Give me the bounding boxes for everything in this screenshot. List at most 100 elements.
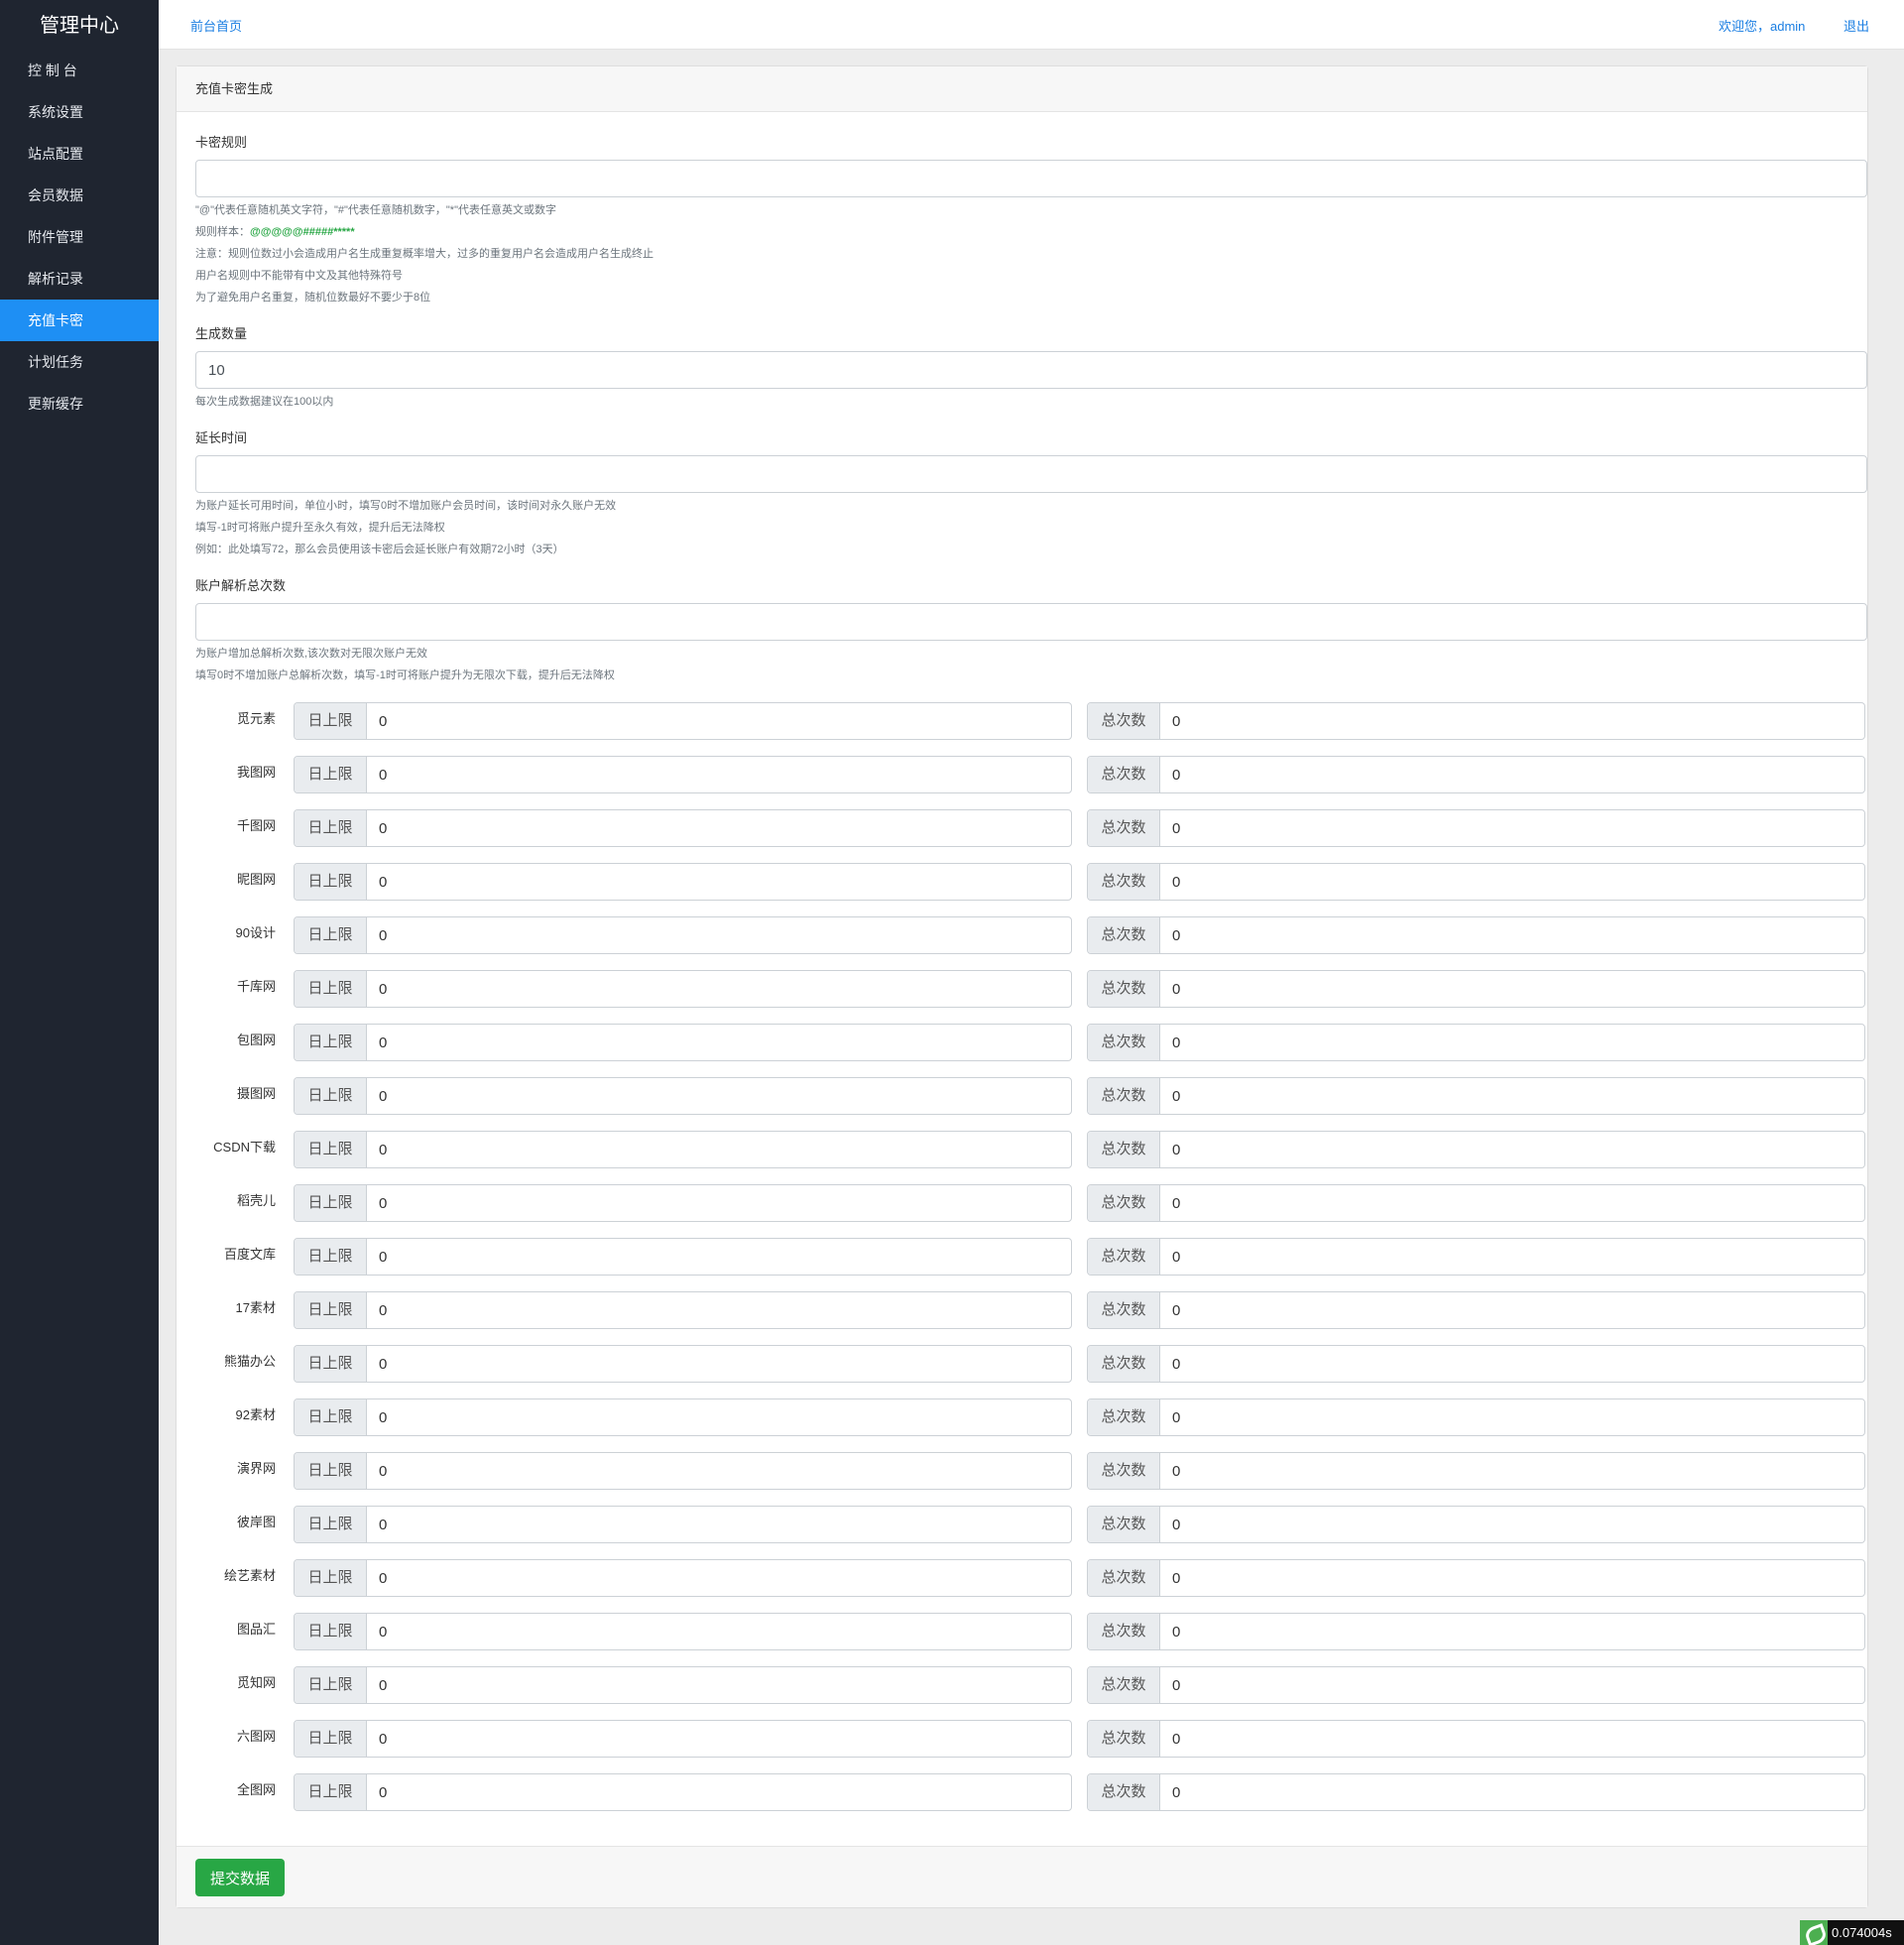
daily-limit-input[interactable] <box>367 1132 1071 1167</box>
total-count-input[interactable] <box>1160 1774 1864 1810</box>
logout-link[interactable]: 退出 <box>1844 16 1869 35</box>
daily-limit-input[interactable] <box>367 1239 1071 1275</box>
total-count-input[interactable] <box>1160 1239 1864 1275</box>
total-count-input[interactable] <box>1160 1185 1864 1221</box>
extend-time-input[interactable] <box>195 455 1867 493</box>
daily-limit-input[interactable] <box>367 1346 1071 1382</box>
total-count-addon: 总次数 <box>1088 864 1160 900</box>
daily-limit-input[interactable] <box>367 864 1071 900</box>
daily-limit-addon: 日上限 <box>295 1185 367 1221</box>
quantity-label: 生成数量 <box>195 326 248 341</box>
daily-limit-group: 日上限 <box>294 756 1072 793</box>
sidebar-item-8[interactable]: 更新缓存 <box>0 383 159 425</box>
frontend-home-link[interactable]: 前台首页 <box>190 16 242 35</box>
total-count-input[interactable] <box>1160 1132 1864 1167</box>
daily-limit-input[interactable] <box>367 1453 1071 1489</box>
daily-limit-group: 日上限 <box>294 1452 1072 1490</box>
total-count-group: 总次数 <box>1087 1077 1865 1115</box>
sidebar-item-4[interactable]: 附件管理 <box>0 216 159 258</box>
total-count-input[interactable] <box>1160 1507 1864 1542</box>
daily-limit-group: 日上限 <box>294 1345 1072 1383</box>
daily-limit-group: 日上限 <box>294 809 1072 847</box>
total-count-addon: 总次数 <box>1088 1507 1160 1542</box>
site-row: 觅知网 日上限 总次数 <box>177 1666 1867 1704</box>
timer-value: 0.074004s <box>1832 1925 1892 1940</box>
site-row: 觅元素 日上限 总次数 <box>177 702 1867 740</box>
sidebar-item-0[interactable]: 控 制 台 <box>0 50 159 91</box>
total-count-addon: 总次数 <box>1088 1292 1160 1328</box>
total-count-input[interactable] <box>1160 917 1864 953</box>
parse-total-input[interactable] <box>195 603 1867 641</box>
sidebar-item-1[interactable]: 系统设置 <box>0 91 159 133</box>
total-count-input[interactable] <box>1160 1025 1864 1060</box>
daily-limit-addon: 日上限 <box>295 757 367 792</box>
total-count-input[interactable] <box>1160 703 1864 739</box>
total-count-input[interactable] <box>1160 810 1864 846</box>
total-count-input[interactable] <box>1160 1560 1864 1596</box>
quantity-input[interactable] <box>195 351 1867 389</box>
total-count-input[interactable] <box>1160 1399 1864 1435</box>
recharge-card-form: 充值卡密生成 卡密规则 "@"代表任意随机英文字符，"#"代表任意随机数字，"*… <box>176 65 1868 1908</box>
sidebar-item-6[interactable]: 充值卡密 <box>0 300 159 341</box>
daily-limit-input[interactable] <box>367 1667 1071 1703</box>
total-count-group: 总次数 <box>1087 809 1865 847</box>
total-count-input[interactable] <box>1160 864 1864 900</box>
total-count-addon: 总次数 <box>1088 1453 1160 1489</box>
total-count-input[interactable] <box>1160 1346 1864 1382</box>
sidebar-item-3[interactable]: 会员数据 <box>0 175 159 216</box>
total-count-input[interactable] <box>1160 1721 1864 1757</box>
daily-limit-input[interactable] <box>367 703 1071 739</box>
total-count-input[interactable] <box>1160 1078 1864 1114</box>
total-count-input[interactable] <box>1160 971 1864 1007</box>
daily-limit-addon: 日上限 <box>295 1025 367 1060</box>
daily-limit-group: 日上限 <box>294 1238 1072 1276</box>
total-count-input[interactable] <box>1160 1292 1864 1328</box>
daily-limit-input[interactable] <box>367 917 1071 953</box>
total-count-addon: 总次数 <box>1088 1346 1160 1382</box>
total-count-input[interactable] <box>1160 1614 1864 1649</box>
daily-limit-input[interactable] <box>367 1721 1071 1757</box>
total-count-addon: 总次数 <box>1088 1025 1160 1060</box>
welcome-user-link[interactable]: 欢迎您，admin <box>1719 16 1805 35</box>
daily-limit-input[interactable] <box>367 757 1071 792</box>
site-row: 90设计 日上限 总次数 <box>177 916 1867 954</box>
daily-limit-input[interactable] <box>367 810 1071 846</box>
site-row: 六图网 日上限 总次数 <box>177 1720 1867 1758</box>
daily-limit-input[interactable] <box>367 1774 1071 1810</box>
total-count-addon: 总次数 <box>1088 1721 1160 1757</box>
total-count-input[interactable] <box>1160 1667 1864 1703</box>
daily-limit-addon: 日上限 <box>295 1507 367 1542</box>
sidebar-item-2[interactable]: 站点配置 <box>0 133 159 175</box>
daily-limit-input[interactable] <box>367 1399 1071 1435</box>
daily-limit-group: 日上限 <box>294 916 1072 954</box>
total-count-group: 总次数 <box>1087 1345 1865 1383</box>
site-row: 绘艺素材 日上限 总次数 <box>177 1559 1867 1597</box>
daily-limit-input[interactable] <box>367 1185 1071 1221</box>
daily-limit-input[interactable] <box>367 971 1071 1007</box>
total-count-addon: 总次数 <box>1088 1078 1160 1114</box>
total-count-group: 总次数 <box>1087 970 1865 1008</box>
site-row: 百度文库 日上限 总次数 <box>177 1238 1867 1276</box>
daily-limit-input[interactable] <box>367 1292 1071 1328</box>
rule-input[interactable] <box>195 160 1867 197</box>
daily-limit-input[interactable] <box>367 1560 1071 1596</box>
extend-hint-3: 例如：此处填写72，那么会员使用该卡密后会延长账户有效期72小时（3天） <box>195 544 564 555</box>
daily-limit-group: 日上限 <box>294 1666 1072 1704</box>
daily-limit-input[interactable] <box>367 1507 1071 1542</box>
daily-limit-input[interactable] <box>367 1078 1071 1114</box>
total-count-input[interactable] <box>1160 757 1864 792</box>
submit-button[interactable]: 提交数据 <box>195 1859 285 1896</box>
daily-limit-input[interactable] <box>367 1025 1071 1060</box>
sidebar-item-7[interactable]: 计划任务 <box>0 341 159 383</box>
sidebar-item-5[interactable]: 解析记录 <box>0 258 159 300</box>
leaf-logo-icon <box>1800 1920 1828 1945</box>
daily-limit-input[interactable] <box>367 1614 1071 1649</box>
site-name: 彼岸图 <box>236 1515 276 1529</box>
site-name: 稻壳儿 <box>236 1193 276 1208</box>
total-count-group: 总次数 <box>1087 1184 1865 1222</box>
total-count-input[interactable] <box>1160 1453 1864 1489</box>
site-row: 图品汇 日上限 总次数 <box>177 1613 1867 1650</box>
site-name: 觅知网 <box>236 1675 276 1690</box>
daily-limit-addon: 日上限 <box>295 1239 367 1275</box>
daily-limit-addon: 日上限 <box>295 971 367 1007</box>
